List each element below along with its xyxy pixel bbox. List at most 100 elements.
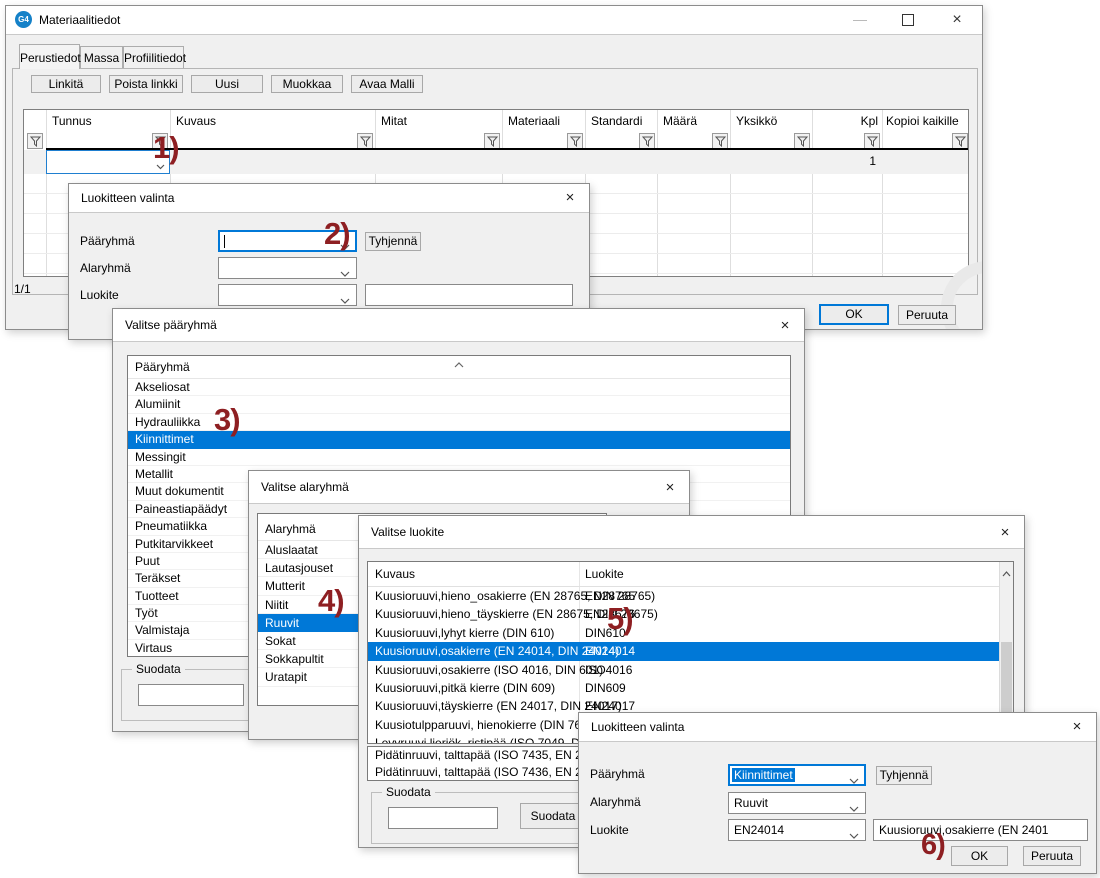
uusi-button[interactable]: Uusi	[191, 75, 263, 93]
filter-funnel-button[interactable]	[864, 133, 880, 149]
main-titlebar: G4 Materiaalitiedot — ×	[6, 6, 982, 35]
dialog1-title: Luokitteen valinta	[81, 191, 174, 205]
minimize-button[interactable]: —	[836, 6, 884, 33]
alaryhma-label: Alaryhmä	[590, 795, 641, 809]
table-row[interactable]: Pidätinruuvi, talttapää (ISO 7435, EN 27…	[368, 747, 580, 764]
table-row[interactable]: Kuusioruuvi,hieno_osakierre (EN 28765, D…	[368, 587, 1013, 605]
luokite-value: EN24014	[734, 823, 784, 837]
text-caret	[224, 235, 225, 248]
col-header-maara[interactable]: Määrä	[663, 114, 697, 128]
annotation-step-5: 5)	[607, 603, 633, 634]
kuvaus-cell: Kuusioruuvi,pitkä kierre (DIN 609)	[375, 679, 555, 697]
col-header-luokite[interactable]: Luokite	[585, 562, 624, 586]
suodata-button[interactable]: Suodata	[520, 803, 586, 829]
tyhjenna-button[interactable]: Tyhjennä	[365, 232, 421, 251]
tab-profiilitiedot[interactable]: Profiilitiedot	[123, 46, 184, 69]
luokite-description-field[interactable]	[365, 284, 573, 306]
close-icon[interactable]: ×	[932, 6, 982, 33]
maximize-icon[interactable]	[884, 6, 932, 33]
luokite-label: Luokite	[80, 288, 119, 302]
maximize-glyph	[902, 14, 914, 26]
close-icon[interactable]: ×	[1066, 718, 1088, 736]
scroll-up-icon[interactable]	[1002, 566, 1011, 580]
luokite-cell: EN24014	[585, 642, 635, 660]
col-header-tunnus[interactable]: Tunnus	[52, 114, 92, 128]
list-item[interactable]: Akseliosat	[128, 379, 790, 396]
muokkaa-button[interactable]: Muokkaa	[271, 75, 343, 93]
alaryhma-combobox[interactable]	[218, 257, 357, 279]
linkita-button[interactable]: Linkitä	[31, 75, 101, 93]
paaryhma-label: Pääryhmä	[590, 767, 645, 781]
dialog5-titlebar: Luokitteen valinta ×	[579, 713, 1096, 742]
chevron-down-icon[interactable]	[340, 266, 350, 280]
alaryhma-combobox[interactable]: Ruuvit	[728, 792, 866, 814]
filter-funnel-button[interactable]	[794, 133, 810, 149]
cancel-button[interactable]: Peruuta	[898, 305, 956, 325]
window-title: Materiaalitiedot	[39, 13, 120, 27]
suodata-input[interactable]	[388, 807, 498, 829]
cancel-button[interactable]: Peruuta	[1023, 846, 1081, 866]
ok-button[interactable]: OK	[951, 846, 1008, 866]
list-item[interactable]: Messingit	[128, 449, 790, 466]
dialog2-title: Valitse pääryhmä	[125, 318, 217, 332]
chevron-down-icon[interactable]	[340, 293, 350, 307]
col-header-materiaali[interactable]: Materiaali	[508, 114, 560, 128]
kuvaus-cell: Levyruuvi,lieriök, ristipää (ISO 7049, D…	[375, 734, 602, 744]
table-row[interactable]: Kuusioruuvi,osakierre (ISO 4016, DIN 601…	[368, 661, 1013, 679]
suodata-group-label: Suodata	[132, 662, 185, 676]
table-row[interactable]: Kuusioruuvi,pitkä kierre (DIN 609)DIN609	[368, 679, 1013, 697]
kuvaus-cell: Kuusioruuvi,osakierre (EN 24014, DIN 240…	[375, 642, 619, 660]
tab-massa[interactable]: Massa	[80, 46, 123, 69]
table-row[interactable]: Pidätinruuvi, talttapää (ISO 7436, EN 27…	[368, 764, 580, 781]
paaryhma-label: Pääryhmä	[80, 234, 135, 248]
tunnus-edit-cell[interactable]	[46, 150, 170, 174]
close-icon[interactable]: ×	[659, 479, 681, 497]
col-header-kuvaus[interactable]: Kuvaus	[176, 114, 216, 128]
luokite-combobox[interactable]	[218, 284, 357, 306]
luokite-description-field[interactable]: Kuusioruuvi,osakierre (EN 2401	[873, 819, 1088, 841]
luokite-list-header-row: Kuvaus Luokite	[368, 562, 1013, 587]
chevron-down-icon[interactable]	[849, 773, 859, 787]
filter-funnel-button[interactable]	[712, 133, 728, 149]
luokite-combobox[interactable]: EN24014	[728, 819, 866, 841]
luokite-description-text: Kuusioruuvi,osakierre (EN 2401	[879, 823, 1048, 837]
ok-button[interactable]: OK	[819, 304, 889, 325]
close-icon[interactable]: ×	[774, 317, 796, 335]
table-row[interactable]: Kuusioruuvi,hieno_täyskierre (EN 28675, …	[368, 605, 1013, 623]
filter-funnel-button[interactable]	[567, 133, 583, 149]
sort-up-icon[interactable]	[454, 357, 464, 371]
col-header-standardi[interactable]: Standardi	[591, 114, 642, 128]
annotation-step-3: 3)	[214, 404, 240, 435]
luokite-label: Luokite	[590, 823, 629, 837]
table-row-selected[interactable]: Kuusioruuvi,osakierre (EN 24014, DIN 240…	[368, 642, 1002, 660]
poista-linkki-button[interactable]: Poista linkki	[109, 75, 183, 93]
chevron-down-icon[interactable]	[849, 828, 859, 842]
close-icon[interactable]: ×	[994, 524, 1016, 542]
screenshot-stage: G4 Materiaalitiedot — × Perustiedot Mass…	[0, 0, 1100, 878]
filter-funnel-button[interactable]	[27, 133, 43, 149]
funnel-icon	[30, 136, 41, 147]
dialog-luokitteen-valinta-2: Luokitteen valinta × Pääryhmä Kiinnittim…	[578, 712, 1097, 874]
suodata-input[interactable]	[138, 684, 244, 706]
funnel-icon	[487, 136, 498, 147]
filter-funnel-button[interactable]	[357, 133, 373, 149]
pager-label: 1/1	[14, 282, 31, 296]
col-header-kuvaus[interactable]: Kuvaus	[375, 562, 415, 586]
annotation-step-1: 1)	[153, 132, 179, 163]
paaryhma-combobox[interactable]: Kiinnittimet	[728, 764, 866, 786]
table-row[interactable]: Kuusioruuvi,lyhyt kierre (DIN 610)DIN610	[368, 624, 1013, 642]
chevron-down-icon[interactable]	[849, 801, 859, 815]
filter-funnel-button[interactable]	[484, 133, 500, 149]
tyhjenna-button[interactable]: Tyhjennä	[876, 766, 932, 785]
filter-funnel-button[interactable]	[952, 133, 968, 149]
col-header-kopioi-kaikille[interactable]: Kopioi kaikille	[886, 114, 959, 128]
filter-funnel-button[interactable]	[639, 133, 655, 149]
col-header-kpl[interactable]: Kpl	[812, 114, 878, 128]
avaa-malli-button[interactable]: Avaa Malli	[351, 75, 423, 93]
row1-kpl-value: 1	[812, 154, 876, 168]
luokite-cell: ISO4016	[585, 661, 632, 679]
tab-perustiedot[interactable]: Perustiedot	[19, 44, 80, 69]
col-header-yksikko[interactable]: Yksikkö	[736, 114, 777, 128]
col-header-mitat[interactable]: Mitat	[381, 114, 407, 128]
close-icon[interactable]: ×	[559, 189, 581, 207]
